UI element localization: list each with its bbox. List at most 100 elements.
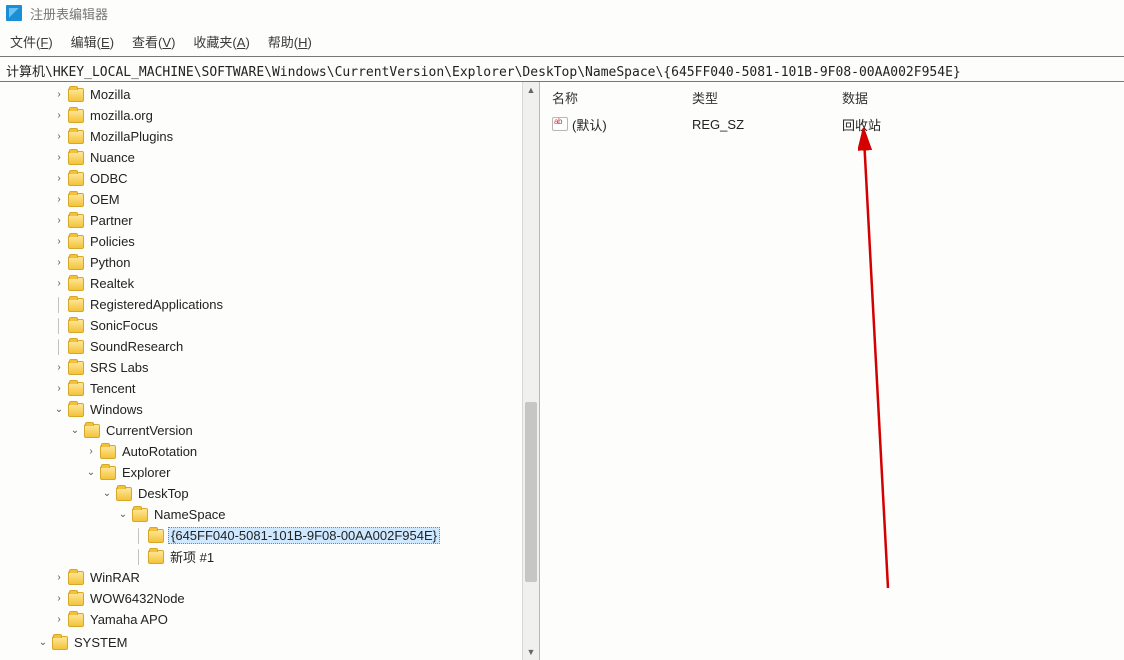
tree-item-label: SonicFocus [88, 318, 160, 333]
folder-icon [52, 636, 68, 650]
tree-item[interactable]: ›WinRAR [0, 567, 522, 588]
tree-item[interactable]: › mozilla.org [0, 105, 522, 126]
tree-item-label: MozillaPlugins [88, 129, 175, 144]
folder-icon [84, 424, 100, 438]
tree-item[interactable]: › AutoRotation [0, 441, 522, 462]
chevron-right-icon[interactable]: › [84, 446, 98, 457]
scrollbar-thumb[interactable] [525, 402, 537, 582]
tree-item[interactable]: ›Mozilla [0, 84, 522, 105]
tree-item[interactable]: │ SoundResearch [0, 336, 522, 357]
value-row[interactable]: (默认) REG_SZ 回收站 [552, 113, 1124, 135]
value-data: 回收站 [842, 115, 1124, 134]
tree-item-label: WOW6432Node [88, 591, 187, 606]
chevron-down-icon[interactable]: ⌄ [68, 425, 82, 436]
chevron-right-icon[interactable]: › [52, 572, 66, 583]
tree-item[interactable]: │ SonicFocus [0, 315, 522, 336]
chevron-right-icon[interactable]: › [52, 110, 66, 121]
folder-icon [148, 529, 164, 543]
folder-icon [68, 361, 84, 375]
app-icon [6, 5, 22, 21]
chevron-right-icon[interactable]: › [52, 131, 66, 142]
tree-item[interactable]: ›ODBC [0, 168, 522, 189]
folder-icon [68, 277, 84, 291]
chevron-right-icon[interactable]: › [52, 215, 66, 226]
tree-item[interactable]: ⌄CurrentVersion [0, 420, 522, 441]
tree-item[interactable]: ⌄SYSTEM [0, 632, 522, 653]
chevron-right-icon[interactable]: › [52, 173, 66, 184]
folder-icon [68, 571, 84, 585]
chevron-right-icon[interactable]: › [52, 152, 66, 163]
chevron-right-icon[interactable]: › [52, 383, 66, 394]
folder-icon [116, 487, 132, 501]
scroll-down-icon[interactable]: ▼ [523, 644, 539, 660]
tree-item-label: NameSpace [152, 507, 228, 522]
tree-leaf-icon: │ [52, 318, 66, 333]
col-type-header[interactable]: 类型 [692, 88, 842, 107]
chevron-down-icon[interactable]: ⌄ [84, 467, 98, 478]
folder-icon [68, 151, 84, 165]
col-data-header[interactable]: 数据 [842, 88, 1124, 107]
chevron-right-icon[interactable]: › [52, 194, 66, 205]
tree-item[interactable]: ⌄ NameSpace [0, 504, 522, 525]
menu-favorites[interactable]: 收藏夹(A) [193, 32, 249, 48]
value-type: REG_SZ [692, 117, 842, 132]
folder-icon [68, 340, 84, 354]
tree-item-label: mozilla.org [88, 108, 155, 123]
tree-item-label: Yamaha APO [88, 612, 170, 627]
chevron-down-icon[interactable]: ⌄ [116, 509, 130, 520]
tree-scroll[interactable]: ›Mozilla›mozilla.org›MozillaPlugins›Nuan… [0, 82, 522, 660]
chevron-right-icon[interactable]: › [52, 278, 66, 289]
col-name-header[interactable]: 名称 [552, 88, 692, 107]
tree-item-label: DeskTop [136, 486, 191, 501]
address-bar[interactable]: 计算机\HKEY_LOCAL_MACHINE\SOFTWARE\Windows\… [0, 56, 1124, 82]
tree-item[interactable]: › WOW6432Node [0, 588, 522, 609]
tree-leaf-icon: │ [52, 339, 66, 354]
scroll-up-icon[interactable]: ▲ [523, 82, 539, 98]
chevron-down-icon[interactable]: ⌄ [52, 404, 66, 415]
chevron-right-icon[interactable]: › [52, 593, 66, 604]
menu-view[interactable]: 查看(V) [132, 32, 175, 48]
chevron-right-icon[interactable]: › [52, 257, 66, 268]
tree-item[interactable]: ›Python [0, 252, 522, 273]
chevron-down-icon[interactable]: ⌄ [36, 637, 50, 648]
chevron-right-icon[interactable]: › [52, 362, 66, 373]
menu-help[interactable]: 帮助(H) [268, 32, 312, 48]
tree-panel: ›Mozilla›mozilla.org›MozillaPlugins›Nuan… [0, 82, 540, 660]
tree-item[interactable]: › MozillaPlugins [0, 126, 522, 147]
folder-icon [68, 235, 84, 249]
chevron-down-icon[interactable]: ⌄ [100, 488, 114, 499]
chevron-right-icon[interactable]: › [52, 236, 66, 247]
tree-item[interactable]: ⌄ Explorer [0, 462, 522, 483]
chevron-right-icon[interactable]: › [52, 89, 66, 100]
tree-item-label: Nuance [88, 150, 137, 165]
menu-edit[interactable]: 编辑(E) [71, 32, 114, 48]
titlebar: 注册表编辑器 [0, 0, 1124, 28]
tree-item[interactable]: ›Tencent [0, 378, 522, 399]
tree-item[interactable]: › SRS Labs [0, 357, 522, 378]
tree-item[interactable]: ⌄ DeskTop [0, 483, 522, 504]
tree-leaf-icon: │ [132, 549, 146, 564]
window-title: 注册表编辑器 [30, 4, 108, 23]
folder-icon [68, 403, 84, 417]
registry-tree: ›Mozilla›mozilla.org›MozillaPlugins›Nuan… [0, 84, 522, 653]
tree-item-label: Explorer [120, 465, 172, 480]
chevron-right-icon[interactable]: › [52, 614, 66, 625]
folder-icon [68, 130, 84, 144]
tree-item[interactable]: ›Realtek [0, 273, 522, 294]
tree-item-label: Policies [88, 234, 137, 249]
tree-item-label: SoundResearch [88, 339, 185, 354]
folder-icon [68, 298, 84, 312]
tree-item[interactable]: │新项 #1 [0, 546, 522, 567]
tree-scrollbar[interactable]: ▲ ▼ [522, 82, 539, 660]
menu-file[interactable]: 文件(F) [10, 32, 53, 48]
tree-item[interactable]: ›OEM [0, 189, 522, 210]
tree-item[interactable]: │{645FF040-5081-101B-9F08-00AA002F954E} [0, 525, 522, 546]
tree-item[interactable]: │RegisteredApplications [0, 294, 522, 315]
tree-item-label: AutoRotation [120, 444, 199, 459]
tree-item[interactable]: › Policies [0, 231, 522, 252]
tree-item[interactable]: › Yamaha APO [0, 609, 522, 630]
tree-item[interactable]: › Nuance [0, 147, 522, 168]
tree-item-label: SRS Labs [88, 360, 151, 375]
tree-item[interactable]: ›Partner [0, 210, 522, 231]
tree-item[interactable]: ⌄Windows [0, 399, 522, 420]
